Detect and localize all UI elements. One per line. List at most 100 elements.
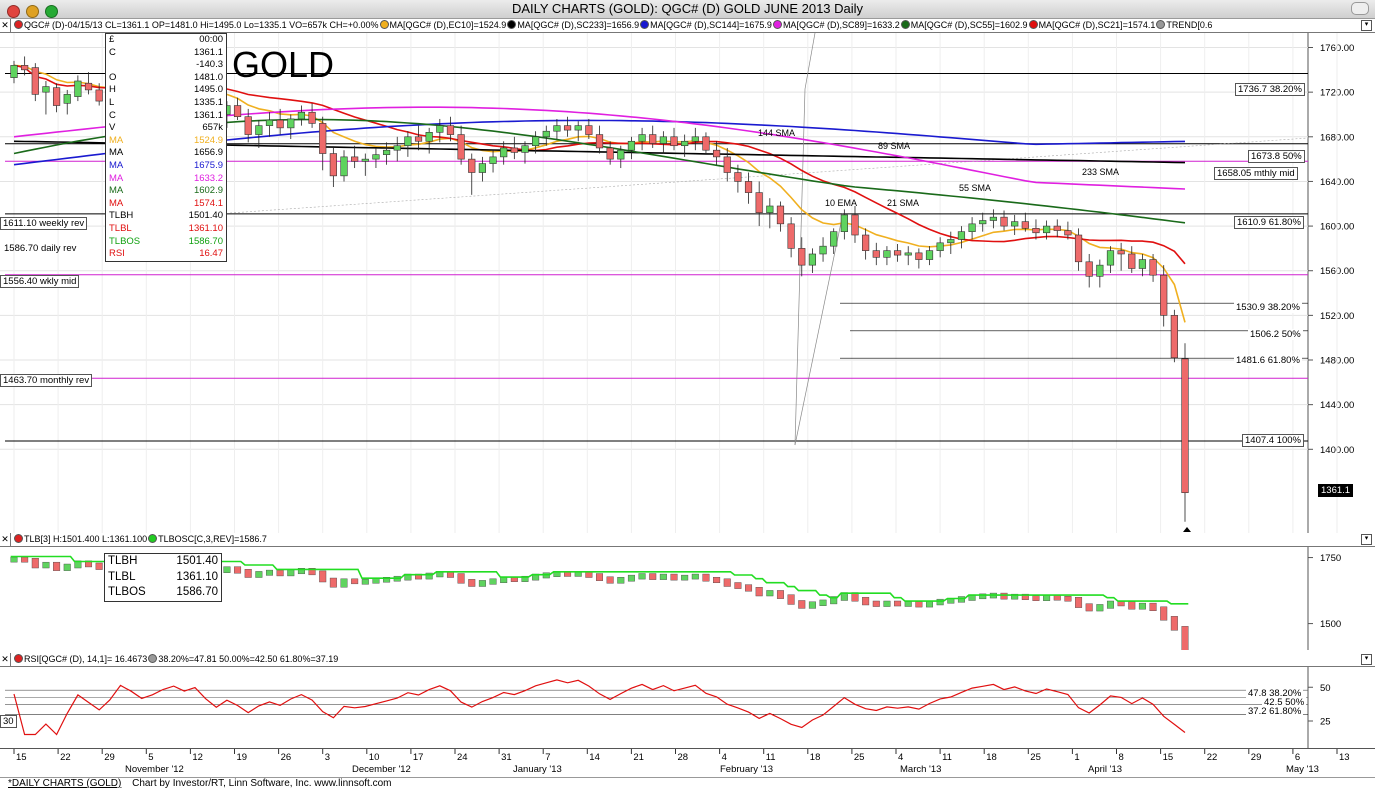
study-dot-icon xyxy=(148,534,158,543)
candle-up xyxy=(521,145,529,153)
study-dot-icon xyxy=(14,20,23,29)
data-window-key: C xyxy=(109,109,116,121)
candle-up xyxy=(638,134,646,142)
tlb-brick-up xyxy=(265,569,273,576)
candle-up xyxy=(372,154,380,160)
study-label: MA[QGC# (D),EC10]=1524.9 xyxy=(389,20,507,30)
tlb-brick-down xyxy=(1053,594,1061,601)
tlb-brick-up xyxy=(638,573,646,580)
candle-down xyxy=(915,252,923,260)
candle-up xyxy=(532,136,540,147)
candle-down xyxy=(468,158,476,173)
candle-down xyxy=(1128,253,1136,269)
wkly-mid-label: 1556.40 wkly mid xyxy=(0,275,80,288)
tlb-brick-down xyxy=(1170,616,1178,631)
toolbar-toggle-button[interactable] xyxy=(1351,2,1369,15)
sma233-label: 233 SMA xyxy=(1082,167,1120,177)
day-label: 29 xyxy=(1251,752,1262,763)
tlb-brick-up xyxy=(659,573,667,580)
candle-up xyxy=(393,145,401,151)
tlb-brick-down xyxy=(95,562,103,570)
tlb-data-row: TLBOS 1586.70 xyxy=(105,585,221,601)
chart-title: GOLD xyxy=(232,44,335,85)
day-label: 4 xyxy=(898,752,903,763)
day-label: 17 xyxy=(413,752,424,763)
tlb-brick-down xyxy=(1181,626,1189,650)
tlb-brick-up xyxy=(1096,604,1104,612)
candle-up xyxy=(553,125,561,132)
candle-down xyxy=(787,223,795,249)
tlb-brick-down xyxy=(915,601,923,608)
pane-menu-icon[interactable]: ▾ xyxy=(1361,534,1372,545)
pane-menu-icon[interactable]: ▾ xyxy=(1361,654,1372,665)
candle-up xyxy=(489,156,497,164)
data-window-key: O xyxy=(109,71,117,83)
candle-down xyxy=(329,153,337,177)
tlb-brick-down xyxy=(776,590,784,599)
candle-up xyxy=(361,158,369,162)
tlb-brick-down xyxy=(745,584,753,592)
candle-down xyxy=(1000,216,1008,227)
candle-down xyxy=(649,134,657,144)
day-label: 28 xyxy=(678,752,689,763)
sma144-label: 144 SMA xyxy=(758,128,796,138)
data-window-value: 657k xyxy=(202,122,223,134)
tlb-brick-up xyxy=(883,600,891,607)
candle-up xyxy=(1043,225,1051,234)
day-label: 24 xyxy=(457,752,468,763)
price-quote: -04/15/13 CL=1361.1 OP=1481.0 Hi=1495.0 … xyxy=(64,20,379,30)
day-label: 22 xyxy=(1207,752,1218,763)
close-pane-icon[interactable]: ✕ xyxy=(0,19,11,32)
study-dot-icon xyxy=(148,654,158,663)
candle-up xyxy=(830,231,838,247)
candle-up xyxy=(627,140,636,151)
candle-up xyxy=(979,220,987,225)
tlb-brick-down xyxy=(649,573,657,580)
pane-menu-icon[interactable]: ▾ xyxy=(1361,20,1372,31)
tlb-brick-down xyxy=(787,594,795,605)
tlb-brick-up xyxy=(691,573,699,580)
study-dot-icon xyxy=(379,20,389,29)
study-dot-icon xyxy=(14,534,23,543)
data-window-key: RSI xyxy=(109,248,125,260)
rsi-pane-header: ✕ RSI[QGC# (D), 14,1]= 16.4673 38.20%=47.8… xyxy=(0,653,1375,667)
tlb-brick-down xyxy=(798,600,806,609)
candle-up xyxy=(265,119,274,126)
rsi-tick-label: 25 xyxy=(1320,717,1331,728)
tlb-brick-up xyxy=(681,574,689,581)
data-window-value: -140.3 xyxy=(196,59,223,71)
month-label: November '12 xyxy=(125,764,184,775)
day-label: 4 xyxy=(722,752,727,763)
candle-up xyxy=(574,125,582,131)
fib-50-label: 1506.2 50% xyxy=(1248,329,1303,340)
candle-up xyxy=(63,94,71,104)
tlb-brick-up xyxy=(766,590,774,597)
candle-up xyxy=(1106,250,1115,266)
day-label: 22 xyxy=(60,752,71,763)
tlb-brick-down xyxy=(1160,606,1168,621)
candle-down xyxy=(276,119,284,129)
candle-down xyxy=(1117,250,1125,255)
day-label: 21 xyxy=(633,752,644,763)
candle-down xyxy=(563,125,572,131)
close-pane-icon[interactable]: ✕ xyxy=(0,653,11,666)
weekly-rev-label: 1611.10 weekly rev xyxy=(0,217,88,230)
study-label: MA[QGC# (D),SC233]=1656.9 xyxy=(517,20,640,30)
candle-up xyxy=(297,111,306,120)
rsi-header-left: RSI[QGC# (D), 14,1]= 16.4673 xyxy=(24,654,148,664)
month-label: January '13 xyxy=(513,764,562,775)
data-window-key: H xyxy=(109,84,116,96)
candle-down xyxy=(1160,274,1168,316)
footer: *DAILY CHARTS (GOLD) Chart by Investor/R… xyxy=(0,776,1375,791)
candle-up xyxy=(957,231,966,240)
tlb-brick-up xyxy=(489,578,497,585)
data-window-value: 1675.9 xyxy=(193,159,223,171)
close-pane-icon[interactable]: ✕ xyxy=(0,533,11,546)
day-label: 13 xyxy=(1339,752,1350,763)
candle-up xyxy=(478,163,487,173)
day-label: 11 xyxy=(766,752,776,763)
data-window-key: MA xyxy=(109,147,124,159)
chart-page-link[interactable]: *DAILY CHARTS (GOLD) xyxy=(8,778,121,789)
day-label: 26 xyxy=(281,752,292,763)
candle-down xyxy=(798,248,806,266)
